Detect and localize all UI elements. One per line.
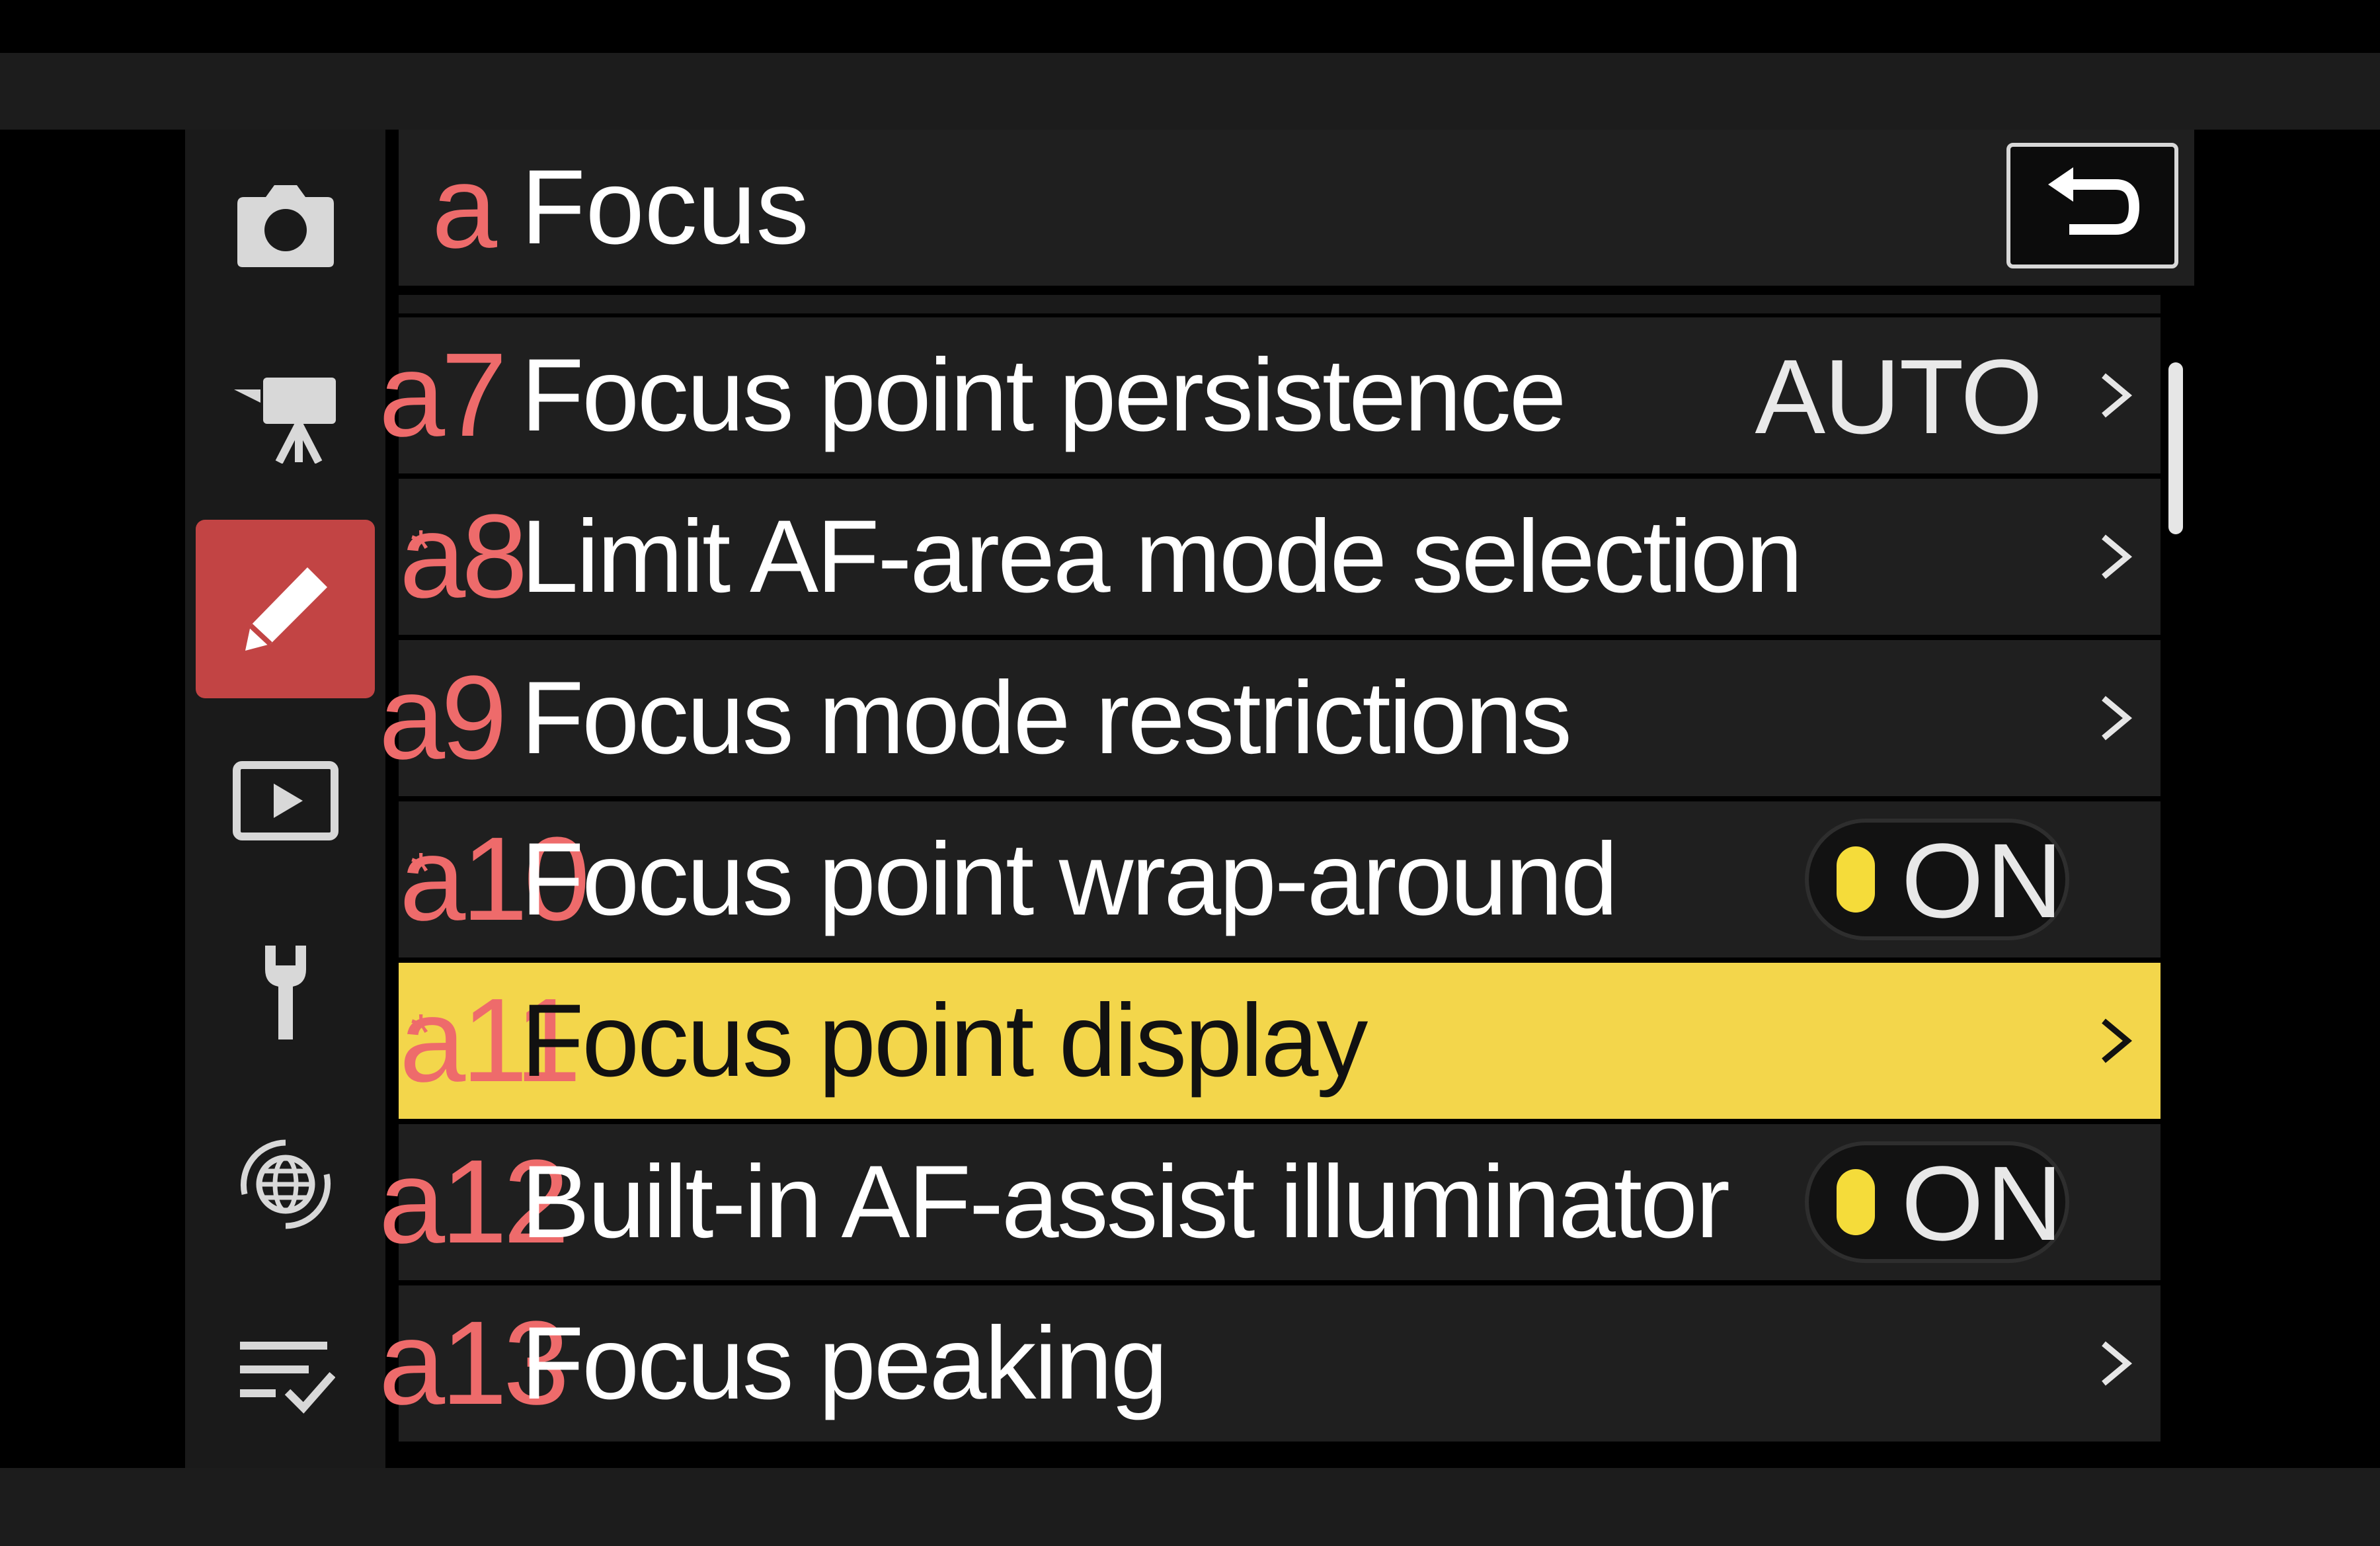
toggle-state: ON [1901, 821, 2065, 940]
tab-my-menu[interactable] [196, 1287, 375, 1465]
top-letterbox [0, 53, 2380, 130]
back-button[interactable] [2006, 143, 2178, 268]
wrench-icon [264, 946, 306, 1039]
menu-item-a9[interactable]: a9 Focus mode restrictions [379, 640, 2161, 796]
item-label: Focus peaking [521, 1306, 1168, 1421]
chevron-right-icon [2102, 1341, 2133, 1386]
my-menu-icon [239, 1342, 335, 1414]
menu-header: a Focus [399, 130, 2194, 286]
movie-camera-icon [233, 378, 336, 464]
menu-item-a10[interactable]: *a10 Focus point wrap-around ON [399, 801, 2161, 957]
menu-item-a11[interactable]: *a11 Focus point display [399, 963, 2161, 1119]
return-arrow-icon [2048, 167, 2140, 235]
pencil-icon [245, 567, 327, 651]
tab-setup[interactable] [196, 903, 375, 1082]
playback-icon [232, 761, 338, 840]
menu-item-a12[interactable]: a12 Built-in AF-assist illuminator ON [379, 1124, 2161, 1280]
item-code: *a8 [399, 490, 528, 623]
chevron-right-icon [2102, 534, 2133, 579]
toggle-state: ON [1901, 1144, 2065, 1262]
item-label: Focus point persistence [521, 338, 1567, 453]
camera-icon [237, 185, 334, 267]
scrollbar-thumb[interactable] [2168, 362, 2183, 534]
on-toggle[interactable]: ON [1805, 1141, 2069, 1263]
tab-photo-shooting[interactable] [196, 136, 375, 315]
on-toggle[interactable]: ON [1805, 819, 2069, 940]
menu-item-a8[interactable]: *a8 Limit AF-area mode selection [399, 479, 2161, 635]
tab-network[interactable] [196, 1095, 375, 1274]
item-label: Built-in AF-assist illuminator [521, 1145, 1730, 1260]
item-label: Focus point display [521, 983, 1368, 1098]
section-letter: a [432, 141, 497, 272]
bottom-letterbox [0, 1468, 2380, 1546]
camera-menu-screen: a Focus a7 Focus point persistence AUTO … [0, 0, 2380, 1546]
tab-custom-settings[interactable] [196, 520, 375, 698]
tab-video-recording[interactable] [196, 328, 375, 507]
menu-tabs-sidebar [185, 130, 385, 1468]
tab-playback[interactable] [196, 712, 375, 890]
chevron-right-icon [2102, 373, 2133, 418]
item-code: a7 [379, 329, 507, 462]
toggle-knob [1837, 1169, 1875, 1235]
item-label: Focus mode restrictions [521, 661, 1572, 776]
item-label: Focus point wrap-around [521, 822, 1618, 937]
list-top-edge [399, 295, 2161, 313]
network-globe-icon [240, 1139, 331, 1229]
custom-settings-list: a7 Focus point persistence AUTO *a8 Limi… [379, 317, 2161, 1447]
page-title: Focus [521, 147, 809, 266]
toggle-knob [1837, 846, 1875, 913]
item-value: AUTO [1755, 337, 2043, 456]
chevron-right-icon [2102, 1018, 2133, 1063]
menu-item-a13[interactable]: a13 Focus peaking [379, 1285, 2161, 1442]
chevron-right-icon [2102, 696, 2133, 741]
menu-item-a7[interactable]: a7 Focus point persistence AUTO [379, 317, 2161, 473]
item-code: a9 [379, 651, 507, 784]
item-label: Limit AF-area mode selection [521, 499, 1803, 614]
